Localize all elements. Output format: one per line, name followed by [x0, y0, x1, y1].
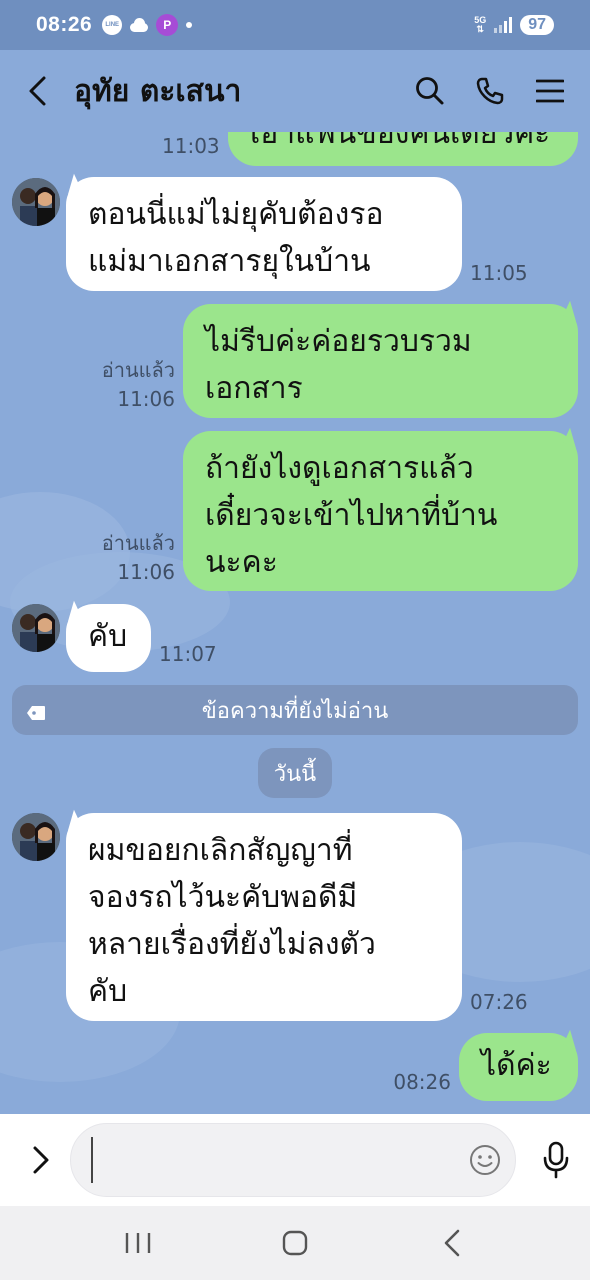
nav-back-icon[interactable] [422, 1223, 482, 1263]
recent-apps-icon[interactable] [108, 1223, 168, 1263]
dot-icon [186, 22, 193, 28]
outgoing-message[interactable]: ได้ค่ะ [459, 1033, 578, 1101]
message-time: 11:07 [159, 642, 217, 666]
unread-divider-label: ข้อความที่ยังไม่อ่าน [201, 698, 389, 724]
network-type: 5G [474, 15, 487, 25]
message-text: ตอนนี่แม่ไม่ยุคับต้องรอ แม่มาเอกสารยุในบ… [88, 197, 384, 279]
message-text: ไม่รีบค่ะค่อยรวบรวม เอกสาร [205, 324, 472, 406]
contact-avatar[interactable] [12, 178, 60, 226]
outgoing-message[interactable]: เอาแฟ้นของคนเดียวค่ะ [228, 132, 578, 166]
home-icon[interactable] [265, 1223, 325, 1263]
incoming-message[interactable]: คับ [66, 604, 151, 672]
p-app-icon: P [156, 14, 179, 36]
system-icons: 5G ⇅ 97 [474, 15, 554, 35]
message-input[interactable] [101, 1146, 441, 1174]
read-status: อ่านแล้ว [101, 531, 175, 555]
phone-icon[interactable] [474, 75, 506, 107]
emoji-icon[interactable] [469, 1144, 501, 1180]
menu-icon[interactable] [534, 75, 566, 107]
message-text: ถ้ายังไงดูเอกสารแล้ว เดี๋ยวจะเข้าไปหาที่… [205, 451, 498, 580]
chat-header: อุทัย ตะเสนา [0, 50, 590, 132]
microphone-icon[interactable] [536, 1138, 576, 1182]
message-text: ได้ค่ะ [481, 1048, 552, 1083]
read-receipt: อ่านแล้ว 11:06 [60, 356, 175, 414]
date-divider-label: วันนี้ [273, 761, 317, 787]
message-text: ผมขอยกเลิกสัญญาที่ จองรถไว้นะคับพอดีมี ห… [88, 833, 376, 1009]
date-divider: วันนี้ [258, 748, 332, 798]
status-time: 08:26 [36, 13, 93, 36]
message-time: 11:06 [117, 560, 175, 584]
incoming-message[interactable]: ตอนนี่แม่ไม่ยุคับต้องรอ แม่มาเอกสารยุในบ… [66, 177, 462, 291]
message-time: 07:26 [470, 990, 528, 1014]
search-icon[interactable] [414, 75, 446, 107]
chat-area[interactable]: เอาแฟ้นของคนเดียวค่ะ 11:03 ตอนนี่แม่ไม่ย… [0, 132, 590, 1114]
cloud-icon [128, 18, 150, 32]
contact-avatar[interactable] [12, 604, 60, 652]
message-text: คับ [88, 619, 128, 654]
read-receipt: อ่านแล้ว 11:06 [60, 529, 175, 587]
status-bar: 08:26 LINE P 5G ⇅ 97 [0, 0, 590, 50]
system-navigation-bar [0, 1206, 590, 1280]
network-icon: 5G ⇅ [474, 15, 487, 34]
message-time: 11:06 [117, 387, 175, 411]
line-icon: LINE [102, 15, 123, 35]
notification-icons: LINE P [102, 14, 193, 36]
contact-avatar[interactable] [12, 813, 60, 861]
signal-icon [494, 17, 513, 33]
contact-name: อุทัย ตะเสนา [74, 73, 242, 109]
incoming-message[interactable]: ผมขอยกเลิกสัญญาที่ จองรถไว้นะคับพอดีมี ห… [66, 813, 462, 1021]
back-icon[interactable] [26, 71, 56, 111]
battery-indicator: 97 [520, 15, 554, 35]
header-actions [414, 75, 566, 107]
outgoing-message[interactable]: ถ้ายังไงดูเอกสารแล้ว เดี๋ยวจะเข้าไปหาที่… [183, 431, 578, 591]
expand-icon[interactable] [24, 1140, 58, 1180]
read-status: อ่านแล้ว [101, 358, 175, 382]
outgoing-message[interactable]: ไม่รีบค่ะค่อยรวบรวม เอกสาร [183, 304, 578, 418]
message-time: 11:03 [162, 134, 220, 158]
message-text: เอาแฟ้นของคนเดียวค่ะ [250, 132, 551, 151]
message-field[interactable] [70, 1123, 516, 1197]
message-input-bar [0, 1114, 590, 1206]
unread-divider: ข้อความที่ยังไม่อ่าน [12, 685, 578, 735]
tag-icon [26, 702, 46, 727]
message-time: 08:26 [393, 1070, 451, 1094]
message-time: 11:05 [470, 261, 528, 285]
text-caret [91, 1137, 93, 1183]
